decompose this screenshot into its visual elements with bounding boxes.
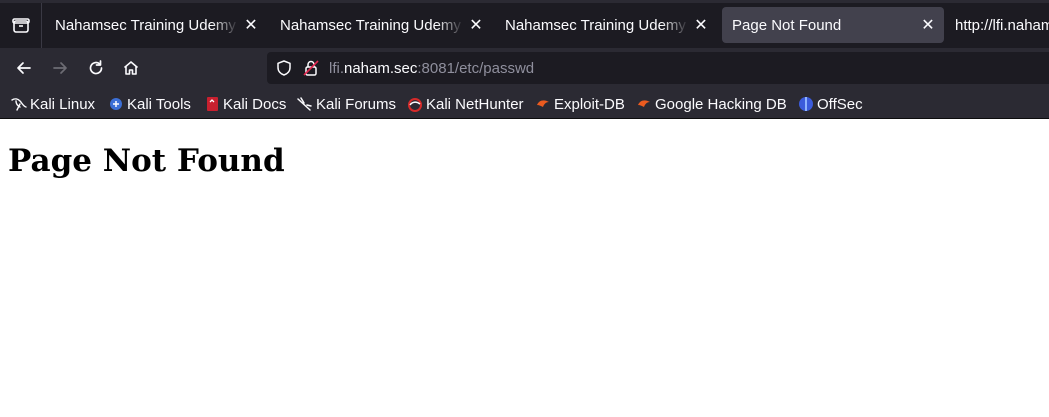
tab[interactable]: Nahamsec Training Udemy C ✕ <box>45 7 267 43</box>
kali-forums-icon <box>297 96 313 112</box>
bookmark-label: Kali Docs <box>223 95 287 113</box>
bookmark-exploit-db[interactable]: Exploit-DB <box>535 94 625 114</box>
bookmark-label: Kali Linux <box>30 95 96 113</box>
navigation-toolbar: lfi.naham.sec:8081/etc/passwd <box>0 48 1049 88</box>
tab-title: http://lfi.naham <box>955 16 1049 34</box>
tab-title: Nahamsec Training Udemy C <box>55 16 239 34</box>
tab[interactable]: Nahamsec Training Udemy C ✕ <box>270 7 492 43</box>
arrow-left-icon <box>17 62 31 74</box>
bookmark-kali-linux[interactable]: Kali Linux <box>11 94 95 114</box>
tab-close-icon[interactable]: ✕ <box>464 13 488 37</box>
reload-button[interactable] <box>82 54 110 82</box>
url-host: naham.sec <box>344 60 418 77</box>
bookmark-label: Kali Tools <box>127 95 191 113</box>
tab-close-icon[interactable]: ✕ <box>239 13 263 37</box>
ghdb-icon <box>636 96 652 112</box>
url-bar[interactable]: lfi.naham.sec:8081/etc/passwd <box>267 52 1049 84</box>
bookmark-label: Google Hacking DB <box>655 95 787 113</box>
offsec-icon <box>798 96 814 112</box>
tab-active[interactable]: Page Not Found ✕ <box>722 7 944 43</box>
tab[interactable]: http://lfi.naham <box>945 7 1049 43</box>
insecure-lock-icon[interactable] <box>302 59 320 77</box>
bookmark-kali-forums[interactable]: Kali Forums <box>297 94 396 114</box>
tab-bar: Nahamsec Training Udemy C ✕ Nahamsec Tra… <box>0 0 1049 48</box>
nethunter-icon <box>407 96 423 112</box>
exploit-db-icon <box>535 96 551 112</box>
tab-close-icon[interactable]: ✕ <box>916 13 940 37</box>
tab-close-icon[interactable]: ✕ <box>689 13 713 37</box>
shield-icon[interactable] <box>275 59 293 77</box>
arrow-right-icon <box>53 62 67 74</box>
home-button[interactable] <box>117 54 145 82</box>
url-subdomain: lfi. <box>329 60 344 77</box>
page-content: Page Not Found <box>0 119 1049 417</box>
tab-list-button[interactable] <box>0 3 42 48</box>
firefox-view-icon <box>11 17 30 33</box>
tab-title: Nahamsec Training Udemy C <box>505 16 689 34</box>
home-icon <box>123 61 139 75</box>
bookmark-kali-nethunter[interactable]: Kali NetHunter <box>407 94 524 114</box>
bookmark-google-hacking-db[interactable]: Google Hacking DB <box>636 94 787 114</box>
kali-tools-icon <box>108 96 124 112</box>
back-button[interactable] <box>10 54 38 82</box>
forward-button[interactable] <box>46 54 74 82</box>
tab[interactable]: Nahamsec Training Udemy C ✕ <box>495 7 717 43</box>
tab-title: Page Not Found <box>732 16 842 34</box>
tab-title: Nahamsec Training Udemy C <box>280 16 464 34</box>
bookmark-label: Kali Forums <box>316 95 397 113</box>
bookmark-kali-docs[interactable]: Kali Docs <box>204 94 286 114</box>
bookmark-label: Kali NetHunter <box>426 95 524 113</box>
kali-dragon-icon <box>11 96 27 112</box>
bookmarks-toolbar: Kali Linux Kali Tools Kali Docs Kali For… <box>0 88 1049 119</box>
bookmark-label: OffSec <box>817 95 863 113</box>
bookmark-label: Exploit-DB <box>554 95 625 113</box>
url-text[interactable]: lfi.naham.sec:8081/etc/passwd <box>329 60 534 77</box>
reload-icon <box>89 60 103 75</box>
page-heading: Page Not Found <box>8 143 285 179</box>
url-path: :8081/etc/passwd <box>417 60 535 77</box>
bookmark-offsec[interactable]: OffSec <box>798 94 863 114</box>
kali-docs-icon <box>204 96 220 112</box>
bookmark-kali-tools[interactable]: Kali Tools <box>108 94 191 114</box>
